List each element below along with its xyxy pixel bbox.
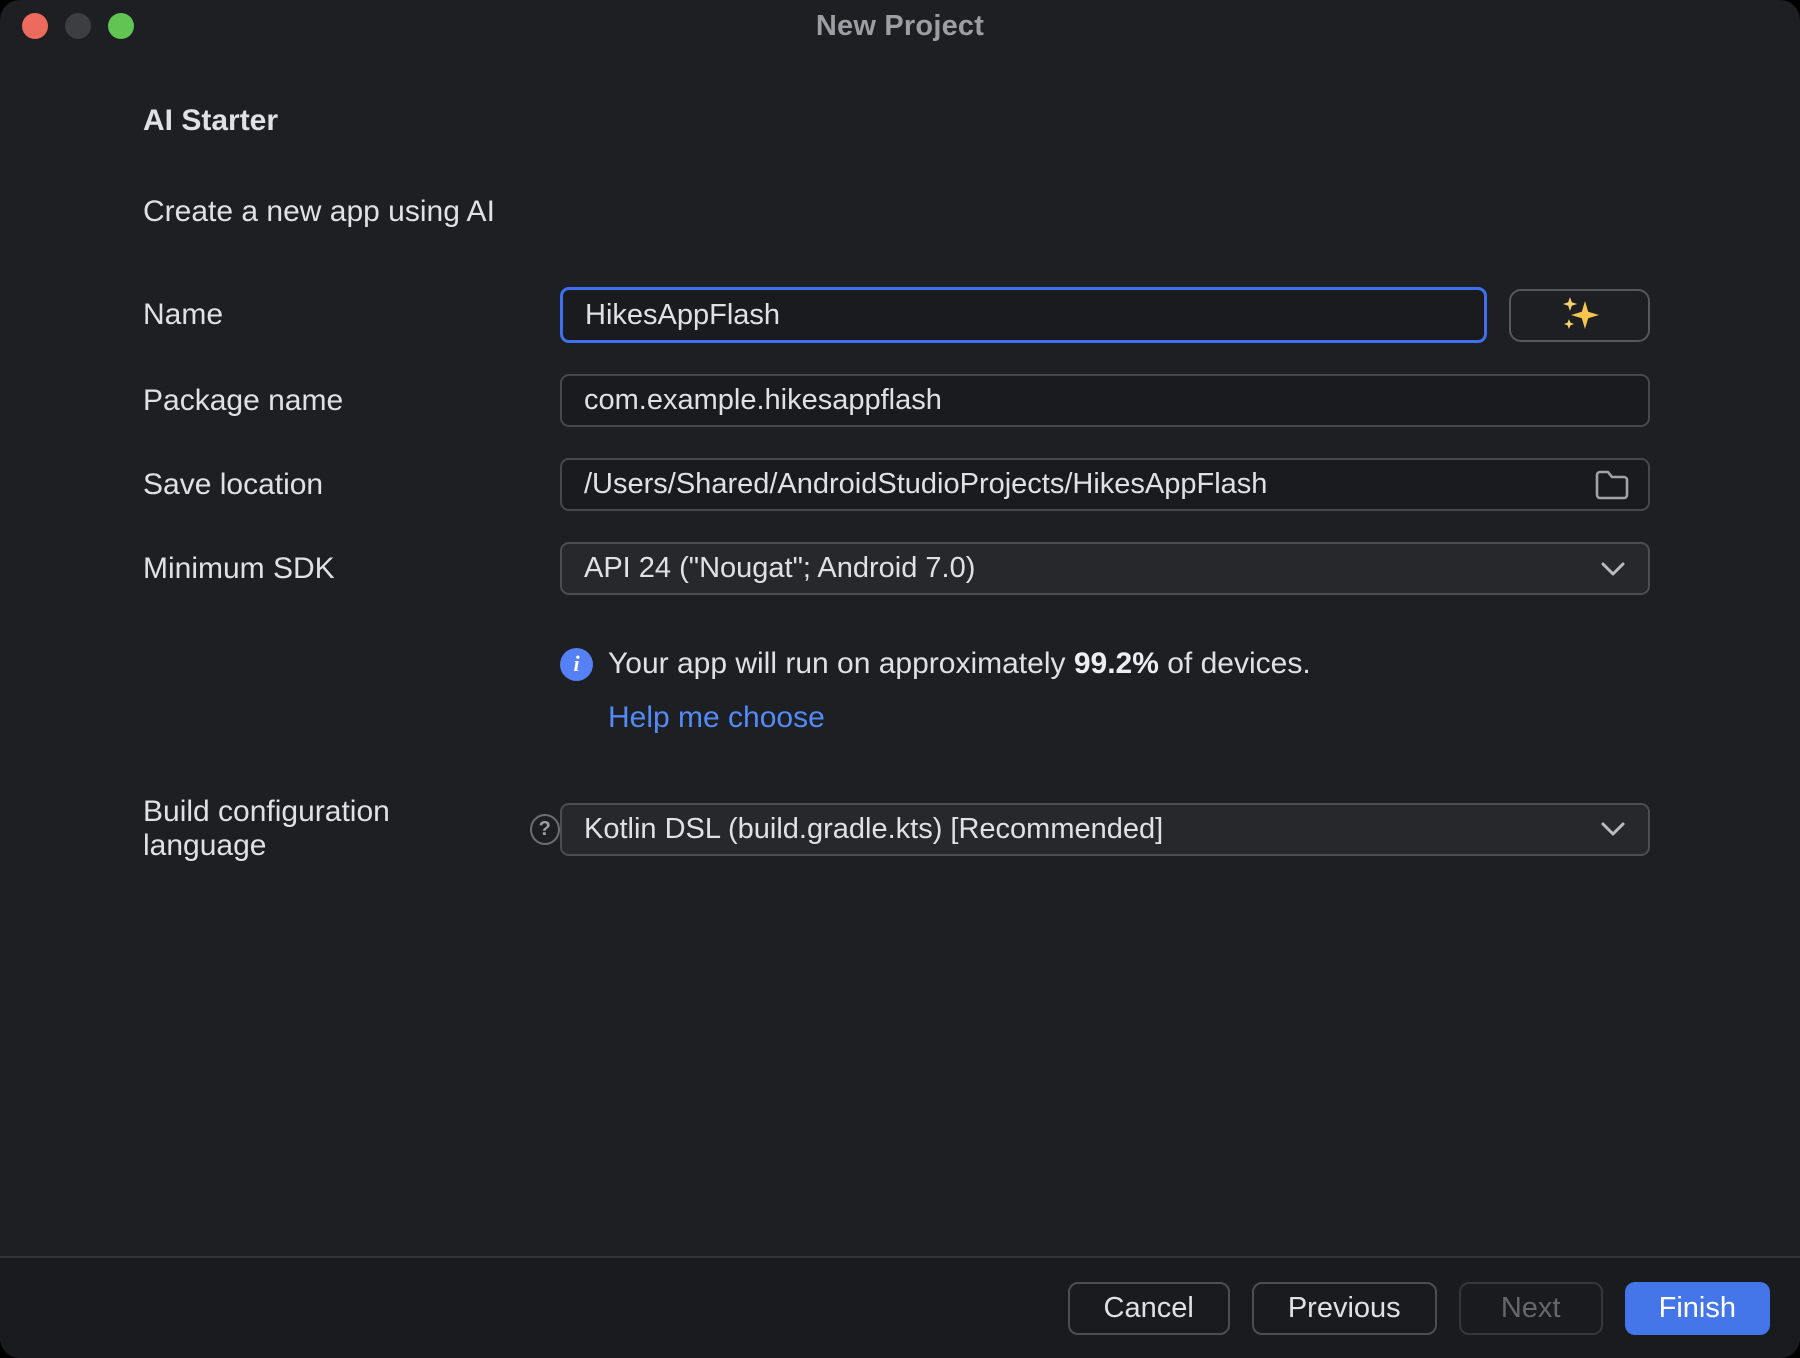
new-project-dialog: New Project AI Starter Create a new app … [0,0,1800,1358]
min-sdk-value: API 24 ("Nougat"; Android 7.0) [584,552,975,585]
name-label: Name [143,298,560,332]
build-config-value: Kotlin DSL (build.gradle.kts) [Recommend… [584,813,1163,846]
package-name-input[interactable] [560,374,1650,427]
zoom-icon[interactable] [108,13,134,39]
window-title: New Project [816,10,984,43]
dialog-content: AI Starter Create a new app using AI Nam… [0,52,1800,1256]
minimize-icon [65,13,91,39]
build-config-dropdown[interactable]: Kotlin DSL (build.gradle.kts) [Recommend… [560,803,1650,856]
package-row: Package name [143,374,1650,427]
folder-icon [1593,469,1631,501]
close-icon[interactable] [22,13,48,39]
min-sdk-dropdown[interactable]: API 24 ("Nougat"; Android 7.0) [560,542,1650,595]
save-location-row: Save location [143,458,1650,511]
browse-folder-button[interactable] [1590,463,1634,507]
save-location-input[interactable] [560,458,1650,511]
chevron-down-icon [1600,561,1626,577]
save-location-label: Save location [143,468,560,502]
finish-button[interactable]: Finish [1625,1282,1770,1335]
page-title: AI Starter [143,104,1650,138]
name-row: Name [143,287,1650,343]
help-me-choose-link[interactable]: Help me choose [608,701,825,735]
next-button: Next [1459,1282,1603,1335]
previous-button[interactable]: Previous [1252,1282,1437,1335]
sdk-coverage-percent: 99.2% [1074,647,1159,680]
sparkles-icon [1557,293,1603,337]
chevron-down-icon [1600,821,1626,837]
titlebar: New Project [0,0,1800,52]
question-circle-icon[interactable]: ? [530,814,560,845]
dialog-footer: Cancel Previous Next Finish [0,1256,1800,1358]
page-subtitle: Create a new app using AI [143,195,1650,229]
package-label: Package name [143,384,560,418]
ai-generate-name-button[interactable] [1509,289,1650,342]
info-icon: i [560,648,593,681]
window-controls [22,0,134,52]
name-input[interactable] [560,287,1487,343]
build-config-row: Build configuration language ? Kotlin DS… [143,795,1650,863]
min-sdk-row: Minimum SDK API 24 ("Nougat"; Android 7.… [143,542,1650,595]
min-sdk-label: Minimum SDK [143,552,560,586]
sdk-coverage-text: Your app will run on approximately 99.2%… [608,647,1311,681]
sdk-note: i Your app will run on approximately 99.… [143,647,1650,735]
cancel-button[interactable]: Cancel [1068,1282,1230,1335]
build-config-label: Build configuration language [143,795,514,863]
